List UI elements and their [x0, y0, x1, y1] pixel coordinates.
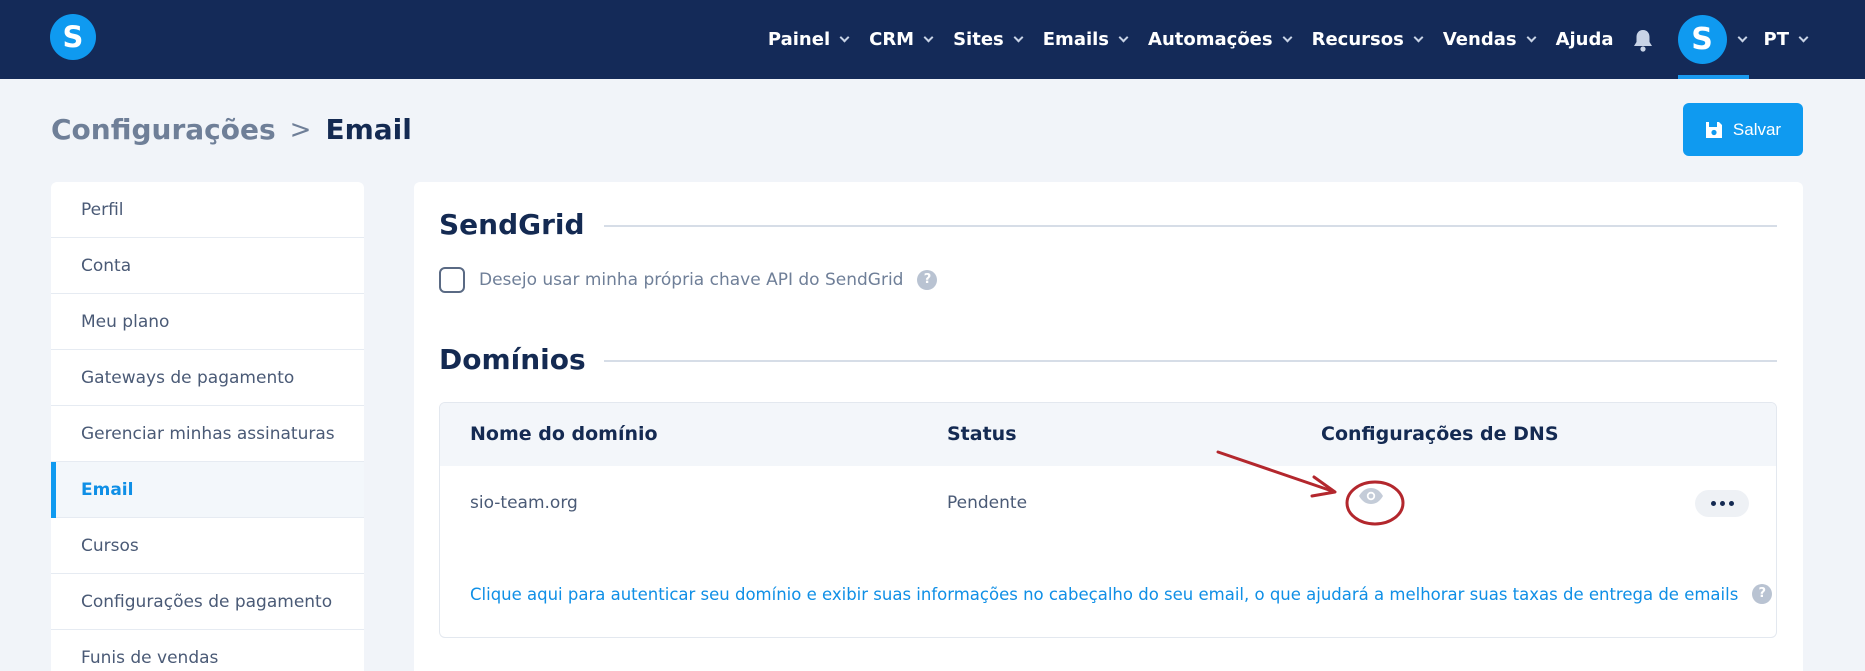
nav-item-recursos[interactable]: Recursos: [1311, 0, 1424, 79]
chevron-down-icon: [1526, 32, 1537, 42]
sidebar-item-assinaturas[interactable]: Gerenciar minhas assinaturas: [51, 406, 364, 462]
nav-item-crm[interactable]: CRM: [869, 0, 934, 79]
sidebar-item-meu-plano[interactable]: Meu plano: [51, 294, 364, 350]
nav-label: Recursos: [1311, 29, 1404, 50]
chevron-down-icon: [839, 32, 850, 42]
bell-icon[interactable]: [1632, 28, 1654, 52]
breadcrumb-separator: >: [289, 114, 312, 145]
floppy-disk-icon: [1705, 121, 1722, 138]
domains-table: Nome do domínio Status Configurações de …: [439, 402, 1777, 638]
nav-label: CRM: [869, 29, 915, 50]
more-actions-button[interactable]: [1695, 490, 1749, 517]
table-header: Nome do domínio Status Configurações de …: [440, 403, 1776, 466]
nav-label: Ajuda: [1555, 29, 1614, 50]
column-header-domain: Nome do domínio: [470, 423, 658, 445]
eye-icon[interactable]: [1358, 487, 1384, 509]
chevron-down-icon: [923, 32, 934, 42]
help-icon[interactable]: ?: [917, 270, 938, 290]
language-label: PT: [1763, 29, 1789, 50]
domains-title: Domínios: [439, 343, 586, 376]
help-icon[interactable]: ?: [1752, 584, 1773, 604]
nav-item-automacoes[interactable]: Automações: [1148, 0, 1293, 79]
domain-status: Pendente: [947, 493, 1028, 513]
dot: [1710, 501, 1716, 506]
sidebar-item-funis[interactable]: Funis de vendas: [51, 630, 364, 671]
main-nav: Painel CRM Sites Emails Automações Recur…: [747, 0, 1809, 79]
sidebar-item-gateways[interactable]: Gateways de pagamento: [51, 350, 364, 406]
nav-item-sites[interactable]: Sites: [953, 0, 1024, 79]
sendgrid-title: SendGrid: [439, 208, 585, 241]
nav-item-emails[interactable]: Emails: [1042, 0, 1129, 79]
nav-item-ajuda[interactable]: Ajuda: [1556, 0, 1614, 79]
section-divider: [604, 360, 1777, 362]
breadcrumb-parent[interactable]: Configurações: [51, 113, 276, 146]
chevron-down-icon: [1118, 32, 1129, 42]
section-divider: [604, 225, 1777, 227]
chevron-down-icon: [1013, 32, 1024, 42]
sidebar-item-perfil[interactable]: Perfil: [51, 182, 364, 238]
breadcrumb: Configurações > Email: [51, 113, 412, 146]
nav-label: Vendas: [1442, 29, 1517, 50]
language-selector[interactable]: PT: [1763, 0, 1809, 79]
nav-label: Emails: [1042, 29, 1110, 50]
column-header-dns: Configurações de DNS: [1321, 423, 1559, 445]
save-button[interactable]: Salvar: [1683, 103, 1803, 156]
top-navigation-bar: S Painel CRM Sites Emails Automações Rec…: [0, 0, 1865, 79]
sidebar-item-conta[interactable]: Conta: [51, 238, 364, 294]
dot: [1719, 501, 1725, 506]
active-indicator: [1677, 75, 1749, 79]
sidebar-item-config-pagamento[interactable]: Configurações de pagamento: [51, 574, 364, 630]
column-header-status: Status: [947, 423, 1017, 445]
email-settings-panel: SendGrid Desejo usar minha própria chave…: [414, 182, 1803, 671]
authenticate-domain-text[interactable]: Clique aqui para autenticar seu domínio …: [470, 585, 1738, 604]
chevron-down-icon: [1798, 32, 1809, 42]
nav-label: Painel: [767, 29, 831, 50]
sidebar-item-cursos[interactable]: Cursos: [51, 518, 364, 574]
authenticate-domain-link[interactable]: Clique aqui para autenticar seu domínio …: [470, 584, 1773, 604]
settings-sidebar: Perfil Conta Meu plano Gateways de pagam…: [51, 182, 364, 671]
sendgrid-api-checkbox[interactable]: [439, 267, 465, 293]
page-title: Email: [325, 113, 412, 146]
nav-label: Sites: [953, 29, 1004, 50]
chevron-down-icon: [1413, 32, 1424, 42]
sidebar-item-email[interactable]: Email: [51, 462, 364, 518]
dot: [1728, 501, 1734, 506]
nav-item-painel[interactable]: Painel: [767, 0, 850, 79]
app-logo[interactable]: S: [50, 14, 96, 60]
nav-item-vendas[interactable]: Vendas: [1442, 0, 1537, 79]
avatar: S: [1677, 15, 1727, 64]
user-menu[interactable]: S: [1677, 0, 1749, 79]
domain-name: sio-team.org: [470, 493, 578, 513]
chevron-down-icon: [1737, 32, 1747, 42]
nav-label: Automações: [1148, 29, 1273, 50]
sendgrid-checkbox-row: Desejo usar minha própria chave API do S…: [439, 267, 938, 293]
chevron-down-icon: [1282, 32, 1293, 42]
sendgrid-checkbox-label[interactable]: Desejo usar minha própria chave API do S…: [479, 270, 903, 290]
save-button-label: Salvar: [1732, 119, 1782, 139]
